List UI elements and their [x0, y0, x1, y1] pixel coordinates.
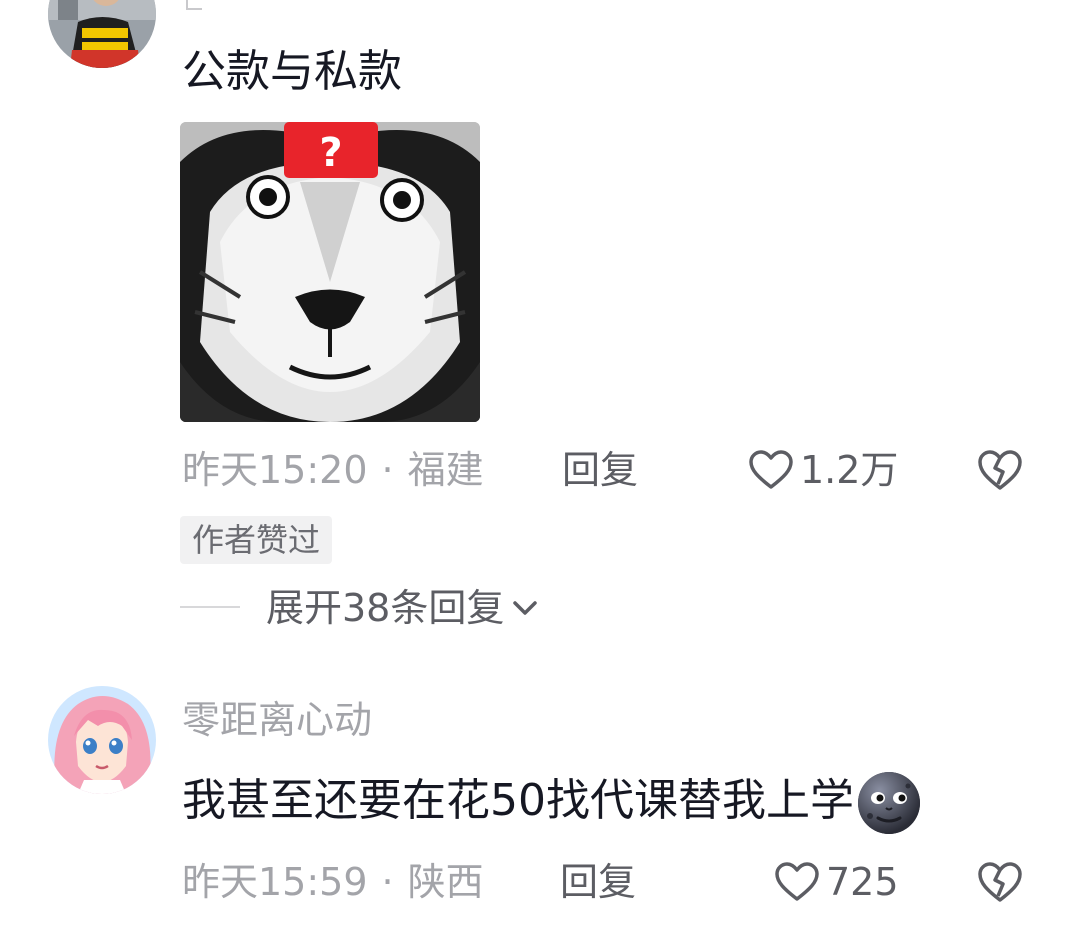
comment-sticker-image[interactable]: ?: [180, 122, 480, 422]
chevron-down-icon: [513, 601, 538, 615]
reply-button[interactable]: 回复: [562, 446, 638, 494]
expand-divider: [180, 606, 240, 608]
author-liked-badge: 作者赞过: [180, 516, 333, 564]
heart-icon: [749, 450, 793, 489]
comment-location: 福建: [407, 448, 484, 492]
svg-text:?: ?: [319, 130, 342, 176]
like-count: 725: [826, 860, 899, 904]
meta-separator: ·: [381, 860, 394, 904]
comment-time: 昨天15:59: [182, 860, 368, 904]
username-fragment: [186, 0, 202, 10]
reply-button[interactable]: 回复: [560, 858, 636, 906]
smirking-moon-emoji-icon: [856, 770, 922, 836]
comment-meta: 昨天15:59 · 陕西: [182, 858, 484, 906]
comment-text: 我甚至还要在花50找代课替我上学: [182, 770, 922, 836]
comment-text-body: 我甚至还要在花50找代课替我上学: [182, 775, 854, 826]
comment-text: 公款与私款: [182, 46, 402, 97]
commenter-username[interactable]: 零距离心动: [182, 696, 372, 744]
avatar-image: [48, 686, 156, 794]
heart-icon: [775, 862, 819, 901]
shocked-lion-sticker-icon: ?: [180, 122, 480, 422]
meta-separator: ·: [381, 448, 394, 492]
commenter-avatar[interactable]: [48, 0, 156, 68]
comment-location: 陕西: [407, 860, 484, 904]
like-button[interactable]: 1.2万: [748, 446, 898, 494]
comment-time: 昨天15:20: [182, 448, 368, 492]
expand-replies-button[interactable]: 展开38条回复: [266, 584, 538, 632]
broken-heart-icon: [978, 862, 1022, 902]
dislike-button[interactable]: [976, 448, 1024, 492]
like-count: 1.2万: [800, 448, 899, 492]
like-button[interactable]: 725: [774, 858, 899, 906]
commenter-avatar[interactable]: [48, 686, 156, 794]
broken-heart-icon: [978, 450, 1022, 490]
avatar-image: [48, 0, 156, 68]
comment-list: 公款与私款 ? 昨天15:20 · 福建 回复 1.2万 作者赞过 展开38条回…: [0, 0, 1080, 933]
expand-replies-label: 展开38条回复: [266, 586, 505, 630]
dislike-button[interactable]: [976, 860, 1024, 904]
comment-meta: 昨天15:20 · 福建: [182, 446, 484, 494]
